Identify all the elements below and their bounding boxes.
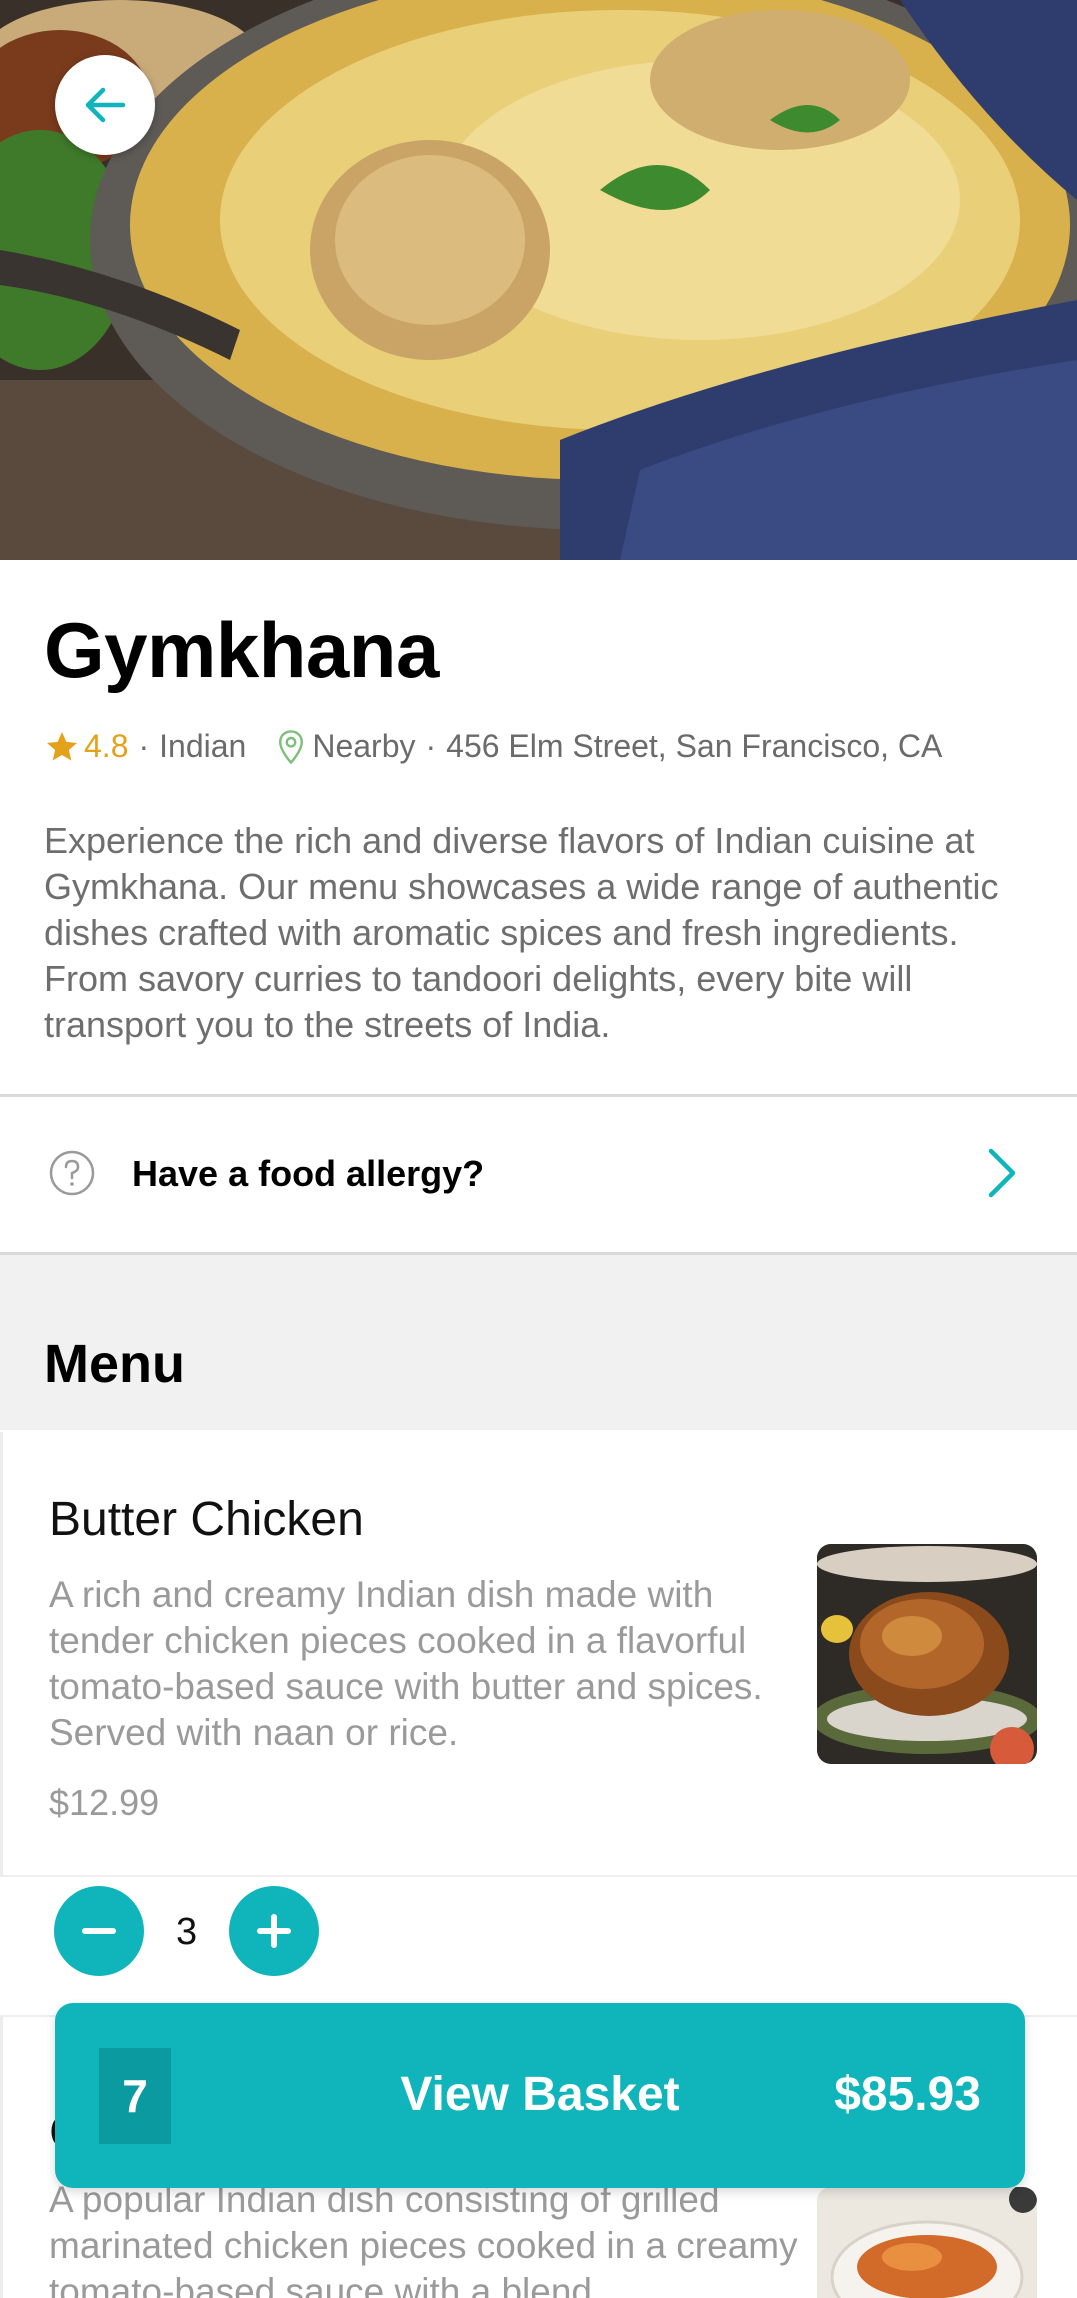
menu-item-name: Butter Chicken xyxy=(49,1493,364,1546)
minus-icon xyxy=(82,1928,116,1934)
address-label: 456 Elm Street, San Francisco, CA xyxy=(446,728,943,764)
menu-header: Menu xyxy=(0,1255,1077,1430)
decrease-quantity-button[interactable] xyxy=(54,1886,144,1976)
menu-item-price: $12.99 xyxy=(49,1782,160,1823)
menu-item-image xyxy=(817,1544,1037,1764)
plus-icon xyxy=(257,1914,291,1948)
quantity-stepper: 3 xyxy=(0,1877,1077,2017)
menu-item-card[interactable]: Butter Chicken A rich and creamy Indian … xyxy=(0,1432,1077,1877)
food-allergy-row[interactable]: Have a food allergy? xyxy=(0,1097,1077,1252)
menu-item-description: A rich and creamy Indian dish made with … xyxy=(49,1574,763,1753)
back-button[interactable] xyxy=(55,55,155,155)
menu-item-image xyxy=(817,2187,1037,2298)
rating-value: 4.8 xyxy=(84,728,129,764)
meta-separator: · xyxy=(138,728,150,764)
star-icon xyxy=(47,731,77,760)
location-pin-icon xyxy=(276,729,306,765)
cuisine-label: Indian xyxy=(159,728,247,764)
menu-item-description: A popular Indian dish consisting of gril… xyxy=(49,2179,798,2298)
chevron-right-icon xyxy=(988,1148,1016,1198)
restaurant-description: Experience the rich and diverse flavors … xyxy=(44,820,999,1045)
biryani-photo xyxy=(0,0,1077,560)
quantity-value: 3 xyxy=(176,1911,198,1953)
roast-chicken-photo xyxy=(817,1544,1037,1764)
meta-separator: · xyxy=(425,728,437,764)
distance-label: Nearby xyxy=(312,728,416,764)
arrow-left-icon xyxy=(85,87,126,123)
view-basket-button[interactable]: 7 View Basket $85.93 xyxy=(55,2003,1025,2188)
chicken-tikka-photo xyxy=(817,2187,1037,2298)
restaurant-name: Gymkhana xyxy=(44,606,439,694)
food-allergy-label: Have a food allergy? xyxy=(132,1153,485,1194)
question-circle-icon xyxy=(49,1150,95,1196)
restaurant-meta: 4.8 · Indian Nearby · 456 Elm Street, Sa… xyxy=(44,728,942,765)
menu-title: Menu xyxy=(44,1334,185,1394)
increase-quantity-button[interactable] xyxy=(229,1886,319,1976)
hero-image xyxy=(0,0,1077,560)
basket-total: $85.93 xyxy=(834,2068,981,2121)
